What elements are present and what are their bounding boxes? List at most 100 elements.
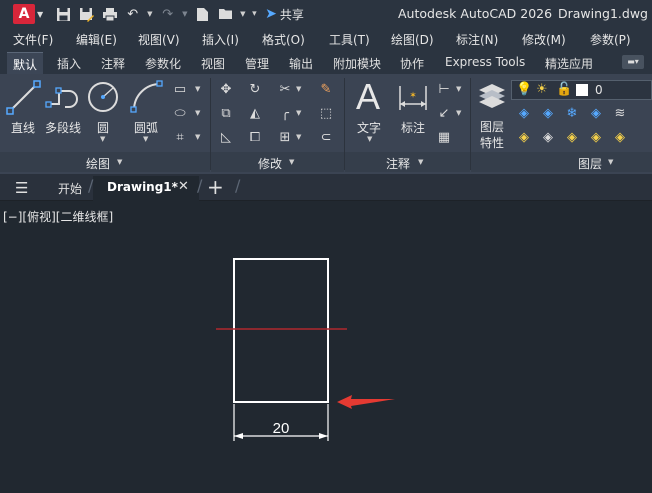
layer-on-icon[interactable]: ◈ — [516, 129, 532, 145]
save-as-icon[interactable] — [78, 6, 95, 23]
circle-chevron-down-icon[interactable]: ▼ — [100, 135, 105, 143]
erase-icon[interactable]: ✎ — [318, 81, 334, 97]
layer-walk-icon[interactable]: ◈ — [612, 129, 628, 145]
menu-dimension[interactable]: 标注(N) — [456, 31, 498, 48]
layer-lock-icon[interactable]: ◈ — [588, 105, 604, 121]
modify-panel-chevron-down-icon[interactable]: ▼ — [289, 158, 294, 166]
menu-file[interactable]: 文件(F) — [13, 31, 53, 48]
new-icon[interactable] — [194, 6, 211, 23]
dimension-text[interactable]: 20 — [273, 420, 290, 437]
tab-insert[interactable]: 插入 — [57, 55, 81, 72]
tab-annotate[interactable]: 注释 — [101, 55, 125, 72]
save-icon[interactable] — [55, 6, 72, 23]
layer-properties-icon[interactable] — [476, 80, 508, 112]
tab-default[interactable]: 默认 — [7, 52, 44, 74]
lightbulb-icon[interactable]: 💡 — [516, 82, 532, 97]
text-label[interactable]: 文字 — [357, 119, 381, 136]
hatch-chevron-down-icon[interactable]: ▼ — [195, 109, 200, 117]
open-icon[interactable] — [217, 6, 234, 23]
drawn-rectangle[interactable] — [233, 258, 329, 403]
open-chevron-down-icon[interactable]: ▼ — [240, 10, 246, 18]
layer-isolate-icon[interactable]: ◈ — [540, 105, 556, 121]
file-tab-drawing1[interactable]: Drawing1* — [107, 180, 178, 194]
fillet-icon[interactable]: ╭ — [277, 105, 293, 121]
dimension-label[interactable]: 标注 — [401, 119, 425, 136]
tab-output[interactable]: 输出 — [289, 55, 313, 72]
layers-panel-footer[interactable] — [471, 152, 652, 172]
modify-panel-title[interactable]: 修改 — [258, 155, 282, 172]
draw-panel-title[interactable]: 绘图 — [86, 155, 110, 172]
print-icon[interactable] — [101, 6, 118, 23]
menu-tools[interactable]: 工具(T) — [329, 31, 370, 48]
layers-panel-title[interactable]: 图层 — [578, 155, 602, 172]
tab-view[interactable]: 视图 — [201, 55, 225, 72]
drawing-canvas[interactable]: 20 — [0, 201, 652, 493]
undo-icon[interactable]: ↶ — [124, 6, 141, 23]
polyline-label[interactable]: 多段线 — [45, 119, 81, 136]
copy-icon[interactable]: ⧉ — [218, 105, 234, 121]
redo-chevron-down-icon[interactable]: ▼ — [182, 10, 188, 18]
customize-toolbar-icon[interactable]: ▾ — [252, 9, 261, 19]
arc-chevron-down-icon[interactable]: ▼ — [143, 135, 148, 143]
undo-chevron-down-icon[interactable]: ▼ — [147, 10, 153, 18]
arc-icon[interactable] — [130, 80, 164, 114]
leader-icon[interactable]: ↙ — [436, 105, 452, 121]
app-menu-chevron-down-icon[interactable]: ▼ — [37, 10, 43, 19]
rotate-icon[interactable]: ↻ — [247, 81, 263, 97]
line-icon[interactable] — [6, 80, 42, 116]
menu-view[interactable]: 视图(V) — [138, 31, 180, 48]
trim-icon[interactable]: ✂ — [277, 81, 293, 97]
menu-parametric[interactable]: 参数(P) — [590, 31, 631, 48]
text-icon[interactable]: A — [356, 76, 380, 118]
redo-icon[interactable]: ↷ — [159, 6, 176, 23]
rectangle-chevron-down-icon[interactable]: ▼ — [195, 85, 200, 93]
arc-label[interactable]: 圆弧 — [134, 119, 158, 136]
mirror-icon[interactable]: ◭ — [247, 105, 263, 121]
sun-icon[interactable]: ☀ — [536, 82, 548, 97]
unlock-icon[interactable]: 🔓 — [556, 82, 572, 97]
offset-icon[interactable]: ⊂ — [318, 129, 334, 145]
layer-dropdown[interactable]: 💡 ☀ 🔓 0 — [511, 80, 652, 100]
layers-panel-chevron-down-icon[interactable]: ▼ — [608, 158, 613, 166]
layer-unlock-icon[interactable]: ◈ — [588, 129, 604, 145]
menu-modify[interactable]: 修改(M) — [522, 31, 566, 48]
circle-label[interactable]: 圆 — [97, 119, 109, 136]
stretch-icon[interactable]: ◺ — [218, 129, 234, 145]
layer-previous-icon[interactable]: ◈ — [540, 129, 556, 145]
annotation-panel-chevron-down-icon[interactable]: ▼ — [418, 158, 423, 166]
layer-off-icon[interactable]: ◈ — [516, 105, 532, 121]
menu-draw[interactable]: 绘图(D) — [391, 31, 434, 48]
layer-properties-label-2[interactable]: 特性 — [480, 134, 504, 151]
trim-chevron-down-icon[interactable]: ▼ — [296, 85, 301, 93]
explode-icon[interactable]: ⬚ — [318, 105, 334, 121]
scale-icon[interactable]: ⧠ — [247, 129, 263, 145]
autocad-logo[interactable]: A — [13, 4, 35, 24]
linear-dimension-icon[interactable]: ⊢ — [436, 81, 452, 97]
array-icon[interactable]: ⊞ — [277, 129, 293, 145]
move-icon[interactable]: ✥ — [218, 81, 234, 97]
text-chevron-down-icon[interactable]: ▼ — [367, 135, 372, 143]
annotation-panel-title[interactable]: 注释 — [386, 155, 410, 172]
hatch-icon[interactable]: ⬭ — [172, 105, 188, 121]
new-tab-plus-icon[interactable]: + — [207, 175, 224, 199]
ribbon-minimize-chevron-icon[interactable]: ▬▾ — [622, 55, 644, 69]
layer-thaw-icon[interactable]: ◈ — [564, 129, 580, 145]
line-label[interactable]: 直线 — [11, 119, 35, 136]
dimension-icon[interactable]: ✶ — [396, 80, 430, 114]
menu-format[interactable]: 格式(O) — [262, 31, 305, 48]
tab-addins[interactable]: 附加模块 — [333, 55, 381, 72]
tab-express-tools[interactable]: Express Tools — [445, 55, 525, 69]
close-tab-icon[interactable]: ✕ — [178, 179, 189, 194]
tab-manage[interactable]: 管理 — [245, 55, 269, 72]
polyline-icon[interactable] — [45, 82, 81, 112]
array-chevron-down-icon[interactable]: ▼ — [296, 133, 301, 141]
table-icon[interactable]: ▦ — [436, 129, 452, 145]
draw-panel-chevron-down-icon[interactable]: ▼ — [117, 158, 122, 166]
tab-parametric[interactable]: 参数化 — [145, 55, 181, 72]
rectangle-icon[interactable]: ▭ — [172, 81, 188, 97]
boundary-icon[interactable]: ⌗ — [172, 129, 188, 145]
layer-freeze-icon[interactable]: ❄ — [564, 105, 580, 121]
circle-icon[interactable] — [86, 80, 120, 114]
file-tab-start[interactable]: 开始 — [58, 180, 82, 197]
layer-match-icon[interactable]: ≋ — [612, 105, 628, 121]
